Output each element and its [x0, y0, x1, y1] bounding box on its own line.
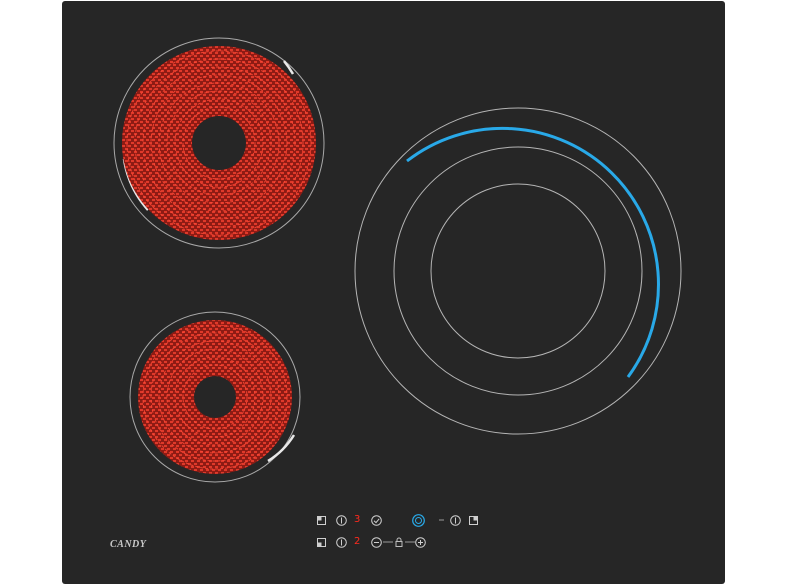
power-icon[interactable]: [335, 514, 347, 526]
power-icon[interactable]: [449, 514, 461, 526]
ceramic-hob: CANDY 3 2: [62, 1, 725, 584]
top-left-cooking-zone[interactable]: [113, 37, 325, 249]
level-display: 2: [354, 536, 361, 547]
bottom-left-cooking-zone[interactable]: [129, 311, 301, 483]
zone-select-icon[interactable]: [315, 536, 327, 548]
separator-dash: [438, 519, 444, 521]
power-icon[interactable]: [335, 536, 347, 548]
minus-icon[interactable]: [370, 536, 382, 548]
plus-icon[interactable]: [414, 536, 426, 548]
cooking-zones: [113, 37, 682, 483]
timer-check-icon[interactable]: [370, 514, 382, 526]
lock-icon[interactable]: [394, 536, 404, 548]
level-display: 3: [354, 514, 361, 525]
right-cooking-zone[interactable]: [354, 107, 682, 435]
zone-select-icon[interactable]: [315, 514, 327, 526]
brand-logo: CANDY: [110, 539, 147, 550]
slider-line: [383, 541, 393, 543]
zone-select-icon[interactable]: [467, 514, 479, 526]
zone-selected-icon[interactable]: [411, 513, 425, 527]
